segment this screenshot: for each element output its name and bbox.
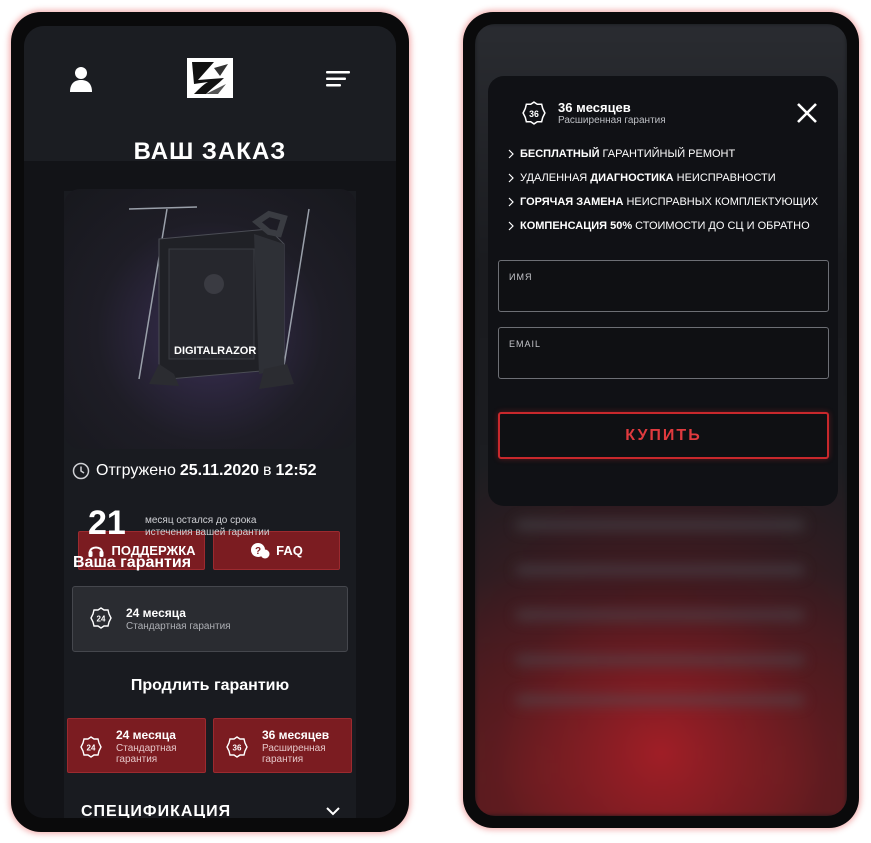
option-title: 24 месяца <box>116 728 176 742</box>
chevron-right-icon <box>508 197 514 207</box>
extend-option-24[interactable]: 24 24 месяца Стандартная гарантия <box>67 718 206 773</box>
svg-text:36: 36 <box>529 109 539 119</box>
modal-subtitle: Расширенная гарантия <box>558 115 666 126</box>
pc-case-image: DIGITALRAZOR <box>128 206 310 389</box>
chevron-right-icon <box>508 149 514 159</box>
logo-icon[interactable] <box>184 54 236 102</box>
name-field[interactable]: ИМЯ <box>498 260 829 312</box>
warranty-badge-icon: 36 <box>522 101 546 125</box>
your-warranty-heading: Ваша гарантия <box>73 554 192 571</box>
shipped-info: Отгружено 25.11.2020 в 12:52 <box>72 462 320 480</box>
months-remaining-text: месяц остался до срока истечения вашей г… <box>145 515 270 538</box>
shipped-date: 25.11.2020 <box>179 462 260 479</box>
option-subtitle: Расширенная гарантия <box>262 743 326 765</box>
svg-text:36: 36 <box>233 744 242 753</box>
product-card: DIGITALRAZOR <box>64 189 356 449</box>
extend-option-36[interactable]: 36 36 месяцев Расширенная гарантия <box>213 718 352 773</box>
email-field[interactable]: EMAIL <box>498 327 829 379</box>
menu-icon[interactable] <box>326 70 350 88</box>
blurred-line <box>515 654 805 666</box>
modal-screen: 36 36 месяцев Расширенная гарантия БЕСПЛ… <box>475 24 847 816</box>
order-screen: ВАШ ЗАКАЗ DIGITALRAZOR ПОДДЕРЖКА ? FAQ О… <box>24 26 396 818</box>
email-field-label: EMAIL <box>509 339 542 349</box>
close-icon[interactable] <box>796 102 818 124</box>
current-warranty-card: 24 24 месяца Стандартная гарантия <box>72 586 348 652</box>
blurred-line <box>515 564 805 576</box>
option-title: 36 месяцев <box>262 728 330 742</box>
chevron-down-icon[interactable] <box>326 807 340 816</box>
email-input[interactable] <box>509 354 819 372</box>
buy-button[interactable]: КУПИТЬ <box>498 412 829 459</box>
phone-modal-screen: 36 36 месяцев Расширенная гарантия БЕСПЛ… <box>463 12 859 828</box>
brand-text: DIGITALRAZOR <box>174 345 256 357</box>
months-remaining-number: 21 <box>88 504 126 542</box>
feature-item: ГОРЯЧАЯ ЗАМЕНА НЕИСПРАВНЫХ КОМПЛЕКТУЮЩИХ <box>508 196 818 208</box>
option-subtitle: Стандартная гарантия <box>116 743 177 765</box>
faq-button-label: FAQ <box>276 543 303 558</box>
current-warranty-subtitle: Стандартная гарантия <box>126 621 231 632</box>
specification-toggle[interactable]: СПЕЦИФИКАЦИЯ <box>81 803 231 818</box>
name-input[interactable] <box>509 287 819 305</box>
feature-item: УДАЛЕННАЯ ДИАГНОСТИКА НЕИСПРАВНОСТИ <box>508 172 776 184</box>
shipped-label: Отгружено <box>96 462 176 479</box>
shipped-in: в <box>263 462 272 479</box>
extend-warranty-heading: Продлить гарантию <box>130 677 290 694</box>
chevron-right-icon <box>508 173 514 183</box>
modal-title: 36 месяцев <box>558 100 631 115</box>
purchase-modal: 36 36 месяцев Расширенная гарантия БЕСПЛ… <box>488 76 838 506</box>
warranty-badge-icon: 24 <box>80 736 102 758</box>
svg-text:?: ? <box>255 546 261 557</box>
header: ВАШ ЗАКАЗ <box>24 26 396 165</box>
svg-text:24: 24 <box>97 615 106 624</box>
feature-item: БЕСПЛАТНЫЙ ГАРАНТИЙНЫЙ РЕМОНТ <box>508 148 735 160</box>
chevron-right-icon <box>508 221 514 231</box>
user-icon[interactable] <box>69 66 93 92</box>
warranty-badge-icon: 24 <box>90 607 112 629</box>
blurred-line <box>515 694 805 706</box>
clock-icon <box>72 462 90 480</box>
warranty-badge-icon: 36 <box>226 736 248 758</box>
shipped-time: 12:52 <box>275 462 317 479</box>
question-chat-icon: ? <box>251 542 270 558</box>
feature-item: КОМПЕНСАЦИЯ 50% СТОИМОСТИ ДО СЦ И ОБРАТН… <box>508 220 810 232</box>
svg-text:24: 24 <box>87 744 96 753</box>
phone-order-screen: ВАШ ЗАКАЗ DIGITALRAZOR ПОДДЕРЖКА ? FAQ О… <box>11 12 409 832</box>
current-warranty-title: 24 месяца <box>126 606 186 620</box>
name-field-label: ИМЯ <box>509 272 533 282</box>
blurred-line <box>515 609 805 621</box>
blurred-line <box>515 519 805 531</box>
